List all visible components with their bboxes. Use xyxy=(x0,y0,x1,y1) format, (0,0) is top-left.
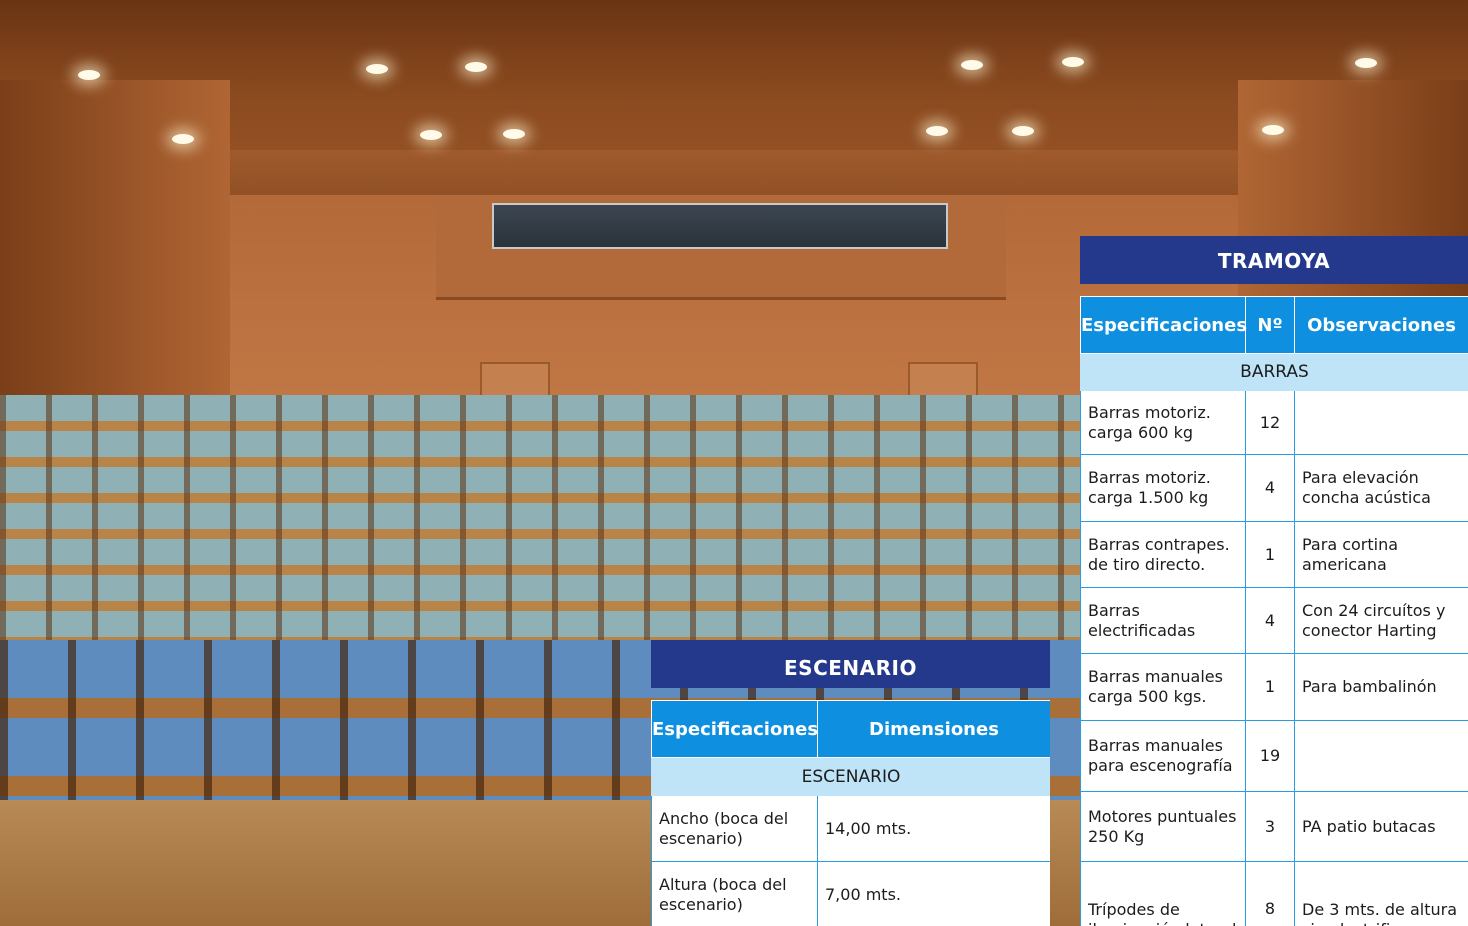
cell-num: 19 xyxy=(1245,720,1295,792)
cell-num: 12 xyxy=(1245,390,1295,455)
col-header-numero: Nº xyxy=(1245,296,1295,354)
ceiling-light xyxy=(465,62,487,72)
tramoya-panel: TRAMOYA Especificaciones Nº Observacione… xyxy=(1080,236,1468,926)
section-row: BARRAS xyxy=(1080,353,1468,391)
table-row: Ancho (boca del escenario) 14,00 mts. xyxy=(651,795,1050,862)
cell-spec: Barras manuales carga 500 kgs. xyxy=(1080,653,1246,721)
table-row: Barras motoriz. carga 600 kg 12 xyxy=(1080,390,1468,455)
tramoya-header-row: Especificaciones Nº Observaciones xyxy=(1080,296,1468,354)
cell-spec: Ancho (boca del escenario) xyxy=(651,795,818,862)
table-row: Barras contrapes. de tiro directo. 1 Par… xyxy=(1080,521,1468,588)
ceiling-light xyxy=(366,64,388,74)
ceiling-light xyxy=(420,130,442,140)
escenario-panel: ESCENARIO Especificaciones Dimensiones E… xyxy=(651,640,1050,926)
tramoya-table: Especificaciones Nº Observaciones BARRAS… xyxy=(1080,296,1468,926)
ceiling-light xyxy=(1012,126,1034,136)
cell-num: 4 xyxy=(1245,587,1295,654)
table-row: Barras manuales carga 500 kgs. 1 Para ba… xyxy=(1080,653,1468,721)
ceiling-light xyxy=(926,126,948,136)
cell-num: 3 xyxy=(1245,791,1295,862)
ceiling-light xyxy=(1262,125,1284,135)
table-row: Trípodes de iluminación lateral 8 De 3 m… xyxy=(1080,861,1468,926)
cell-num: 1 xyxy=(1245,653,1295,721)
cell-spec: Motores puntuales 250 Kg xyxy=(1080,791,1246,862)
ceiling-light xyxy=(961,60,983,70)
table-row: Barras motoriz. carga 1.500 kg 4 Para el… xyxy=(1080,454,1468,522)
ceiling-light xyxy=(1062,57,1084,67)
table-row: Motores puntuales 250 Kg 3 PA patio buta… xyxy=(1080,791,1468,862)
cell-dim: 7,00 mts. xyxy=(817,861,1050,926)
ceiling-light xyxy=(78,70,100,80)
section-barras: BARRAS xyxy=(1080,353,1468,391)
cell-obs: De 3 mts. de altura sin electrificar xyxy=(1294,861,1468,926)
ceiling-light xyxy=(1355,58,1377,68)
cell-num: 4 xyxy=(1245,454,1295,522)
table-row: Altura (boca del escenario) 7,00 mts. xyxy=(651,861,1050,926)
col-header-especificaciones: Especificaciones xyxy=(1080,296,1247,354)
escenario-table: Especificaciones Dimensiones ESCENARIO A… xyxy=(651,700,1050,926)
cell-spec: Barras electrificadas xyxy=(1080,587,1246,654)
cell-obs xyxy=(1294,390,1468,455)
table-row: Barras manuales para escenografía 19 xyxy=(1080,720,1468,792)
cell-num: 1 xyxy=(1245,521,1295,588)
control-booth xyxy=(492,203,948,249)
section-row: ESCENARIO xyxy=(651,757,1050,796)
cell-spec: Barras manuales para escenografía xyxy=(1080,720,1246,792)
cell-obs xyxy=(1294,720,1468,792)
cell-num: 8 xyxy=(1245,861,1295,926)
ceiling-light xyxy=(503,129,525,139)
escenario-title: ESCENARIO xyxy=(651,640,1050,688)
cell-obs: Para cortina americana xyxy=(1294,521,1468,588)
cell-spec: Barras motoriz. carga 1.500 kg xyxy=(1080,454,1246,522)
col-header-observaciones: Observaciones xyxy=(1294,296,1468,354)
ceiling-light xyxy=(172,134,194,144)
section-escenario: ESCENARIO xyxy=(651,757,1050,796)
escenario-header-row: Especificaciones Dimensiones xyxy=(651,700,1050,758)
cell-obs: Con 24 circuítos y conector Harting xyxy=(1294,587,1468,654)
cell-obs: Para bambalinón xyxy=(1294,653,1468,721)
table-row: Barras electrificadas 4 Con 24 circuítos… xyxy=(1080,587,1468,654)
cell-obs: Para elevación concha acústica xyxy=(1294,454,1468,522)
cell-spec: Barras contrapes. de tiro directo. xyxy=(1080,521,1246,588)
cell-spec: Barras motoriz. carga 600 kg xyxy=(1080,390,1246,455)
col-header-especificaciones: Especificaciones xyxy=(651,700,818,758)
cell-dim: 14,00 mts. xyxy=(817,795,1050,862)
cell-spec: Trípodes de iluminación lateral xyxy=(1080,861,1246,926)
tramoya-title: TRAMOYA xyxy=(1080,236,1468,284)
cell-obs: PA patio butacas xyxy=(1294,791,1468,862)
col-header-dimensiones: Dimensiones xyxy=(817,700,1050,758)
cell-spec: Altura (boca del escenario) xyxy=(651,861,818,926)
